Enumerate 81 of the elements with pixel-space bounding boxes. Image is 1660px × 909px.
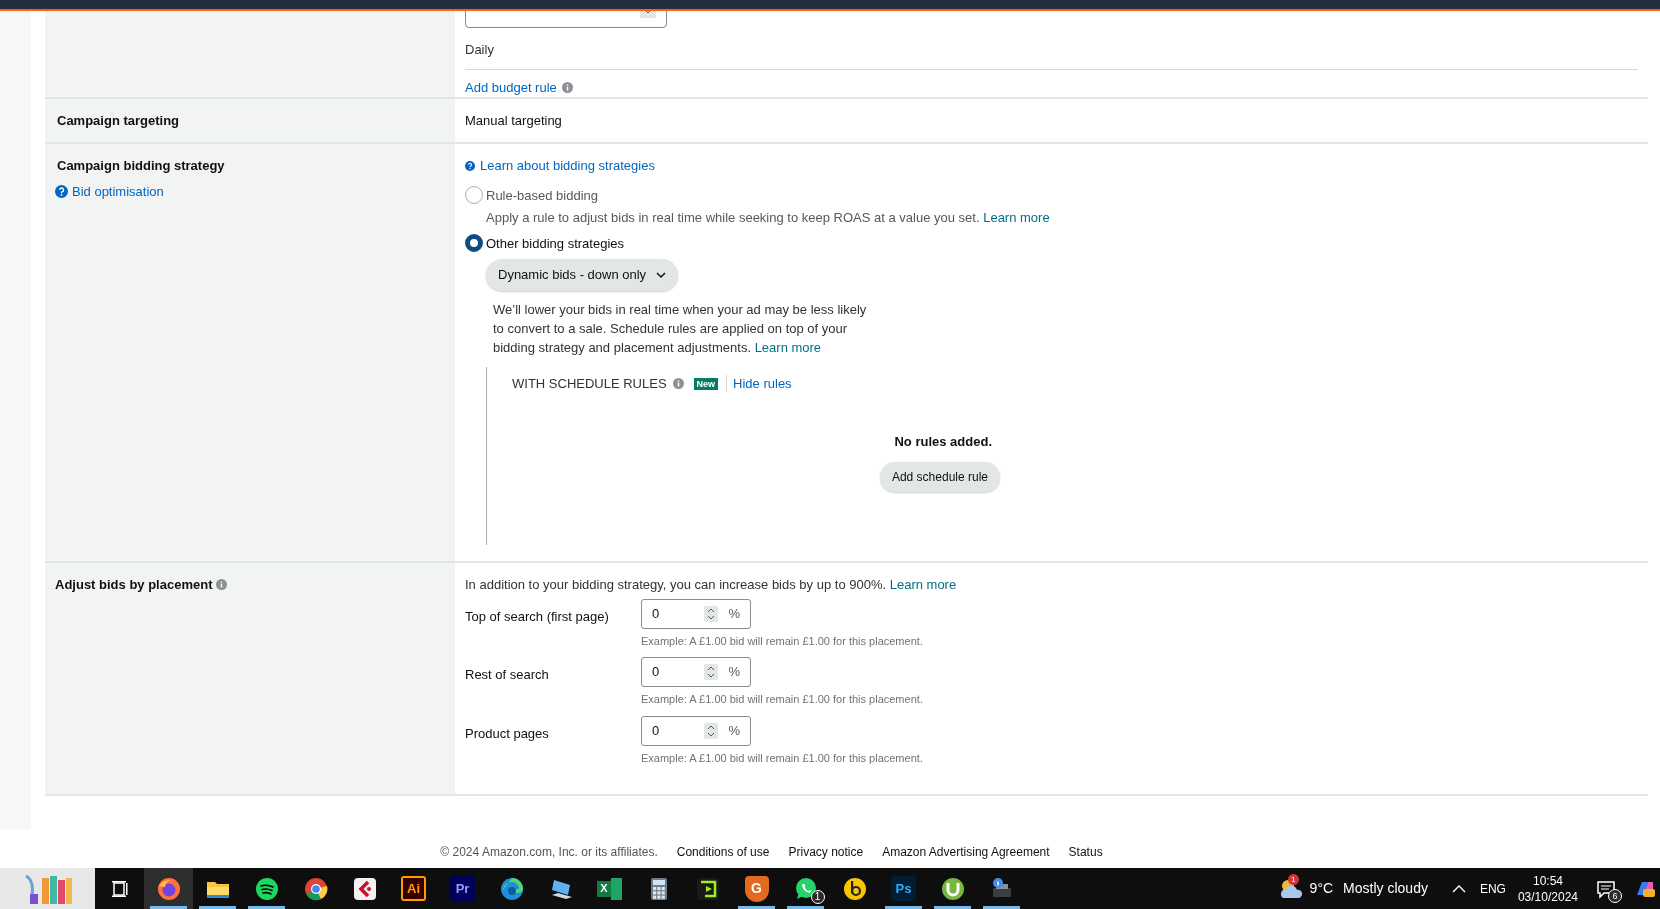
radio-button[interactable] [465,186,483,205]
running-indicator [885,906,922,909]
info-icon [561,81,573,93]
weather-badge: 1 [1287,873,1299,885]
footer-link[interactable]: Conditions of use [676,843,770,861]
running-indicator [248,906,285,909]
footer-link[interactable]: Status [1068,843,1103,861]
footer-link[interactable]: Privacy notice [788,843,864,861]
bid-optimisation-link[interactable]: Bid optimisation [72,181,164,201]
torrent-app-icon[interactable] [939,875,966,902]
chrome-browser-icon[interactable] [302,875,329,902]
percent-unit: % [728,663,740,682]
running-indicator [150,906,187,909]
placement-example: Example: A £1.00 bid will remain £1.00 for this placement. [641,750,923,766]
weather-condition: Mostly cloudy [1343,879,1428,898]
notification-count: 6 [1608,888,1622,903]
chevron-down-icon [656,271,667,279]
app-icon[interactable]: Ps [891,876,916,901]
placement-example: Example: A £1.00 bid will remain £1.00 for this placement. [641,692,923,707]
percent-unit: % [728,604,740,623]
app-icon[interactable]: Ai [401,876,426,901]
notifications-icon[interactable] [1596,878,1616,899]
new-badge: New [693,377,719,390]
info-icon [216,579,228,591]
learn-more-link[interactable]: Learn more [754,340,822,355]
music-app-icon[interactable] [253,875,280,902]
option-description: Apply a rule to adjust bids in real time while seeking to keep ROAS at a value you set. Learn more [485,209,1051,227]
info-icon [672,378,684,390]
hide-rules-link[interactable]: Hide rules [733,374,792,394]
taskbar-button[interactable] [144,868,193,909]
placement-label: Product pages [465,724,550,743]
placement-intro: In addition to your bidding strategy, you can increase bids by up to 900%. Learn more [465,576,958,594]
strategy-description: We’ll lower your bids in real time when your ad may be less likely to convert to a sale. Schedule rules are applied on top of your bidding strategy and placement adjustments. Learn more [493,301,868,357]
percent-field[interactable]: 0 % [641,715,751,746]
percent-value: 0 [652,721,661,740]
play-app-icon[interactable] [694,875,721,902]
footer-link[interactable]: Amazon Advertising Agreement [882,843,1050,861]
add-budget-rule-link[interactable]: Add budget rule [465,77,557,97]
running-indicator [199,906,236,909]
add-schedule-rule-button[interactable]: Add schedule rule [879,462,1000,492]
running-indicator [787,906,824,909]
placement-label: Top of search (first page) [465,607,610,626]
clock[interactable]: 10:54 03/10/2024 [1517,872,1578,905]
row-label: Adjust bids by placement [55,576,213,594]
percent-unit: % [728,721,740,740]
placement-example: Example: A £1.00 bid will remain £1.00 for this placement. [641,633,923,649]
help-icon [465,160,475,171]
stepper-icon [704,605,719,622]
row-label: Campaign targeting [57,111,180,130]
running-indicator [983,906,1020,909]
help-icon [55,184,68,198]
edge-browser-icon[interactable] [498,875,525,902]
percent-field[interactable]: 0 % [641,657,751,687]
learn-more-link[interactable]: Learn more [983,210,1050,225]
budget-period: Daily [465,41,495,59]
learn-bidding-link[interactable]: Learn about bidding strategies [480,156,655,176]
chevron-up-icon[interactable] [1451,883,1466,894]
row-label: Campaign bidding strategy [56,157,226,175]
strategy-dropdown[interactable]: Dynamic bids - down only [486,259,679,291]
fox-browser-icon[interactable] [155,875,182,902]
letter-b-app-icon[interactable] [841,875,868,902]
radio-button[interactable] [465,234,483,253]
app-icon[interactable]: Pr [450,876,475,901]
radio-label: Other bidding strategies [486,234,625,253]
stepper-icon [704,722,719,739]
running-indicator [934,906,971,909]
temperature: 9°C [1309,879,1334,898]
targeting-value: Manual targeting [465,111,562,130]
stepper-icon [704,664,719,680]
schedule-rules-heading: WITH SCHEDULE RULES [512,375,667,393]
running-indicator [738,906,775,909]
percent-value: 0 [652,663,661,682]
placement-label: Rest of search [465,666,550,684]
percent-value: 0 [652,604,661,623]
language-indicator[interactable]: ENG [1479,879,1506,898]
radio-label: Rule-based bidding [486,186,599,205]
learn-more-link[interactable]: Learn more [889,577,957,592]
empty-state-text: No rules added. [894,432,992,451]
percent-field[interactable]: 0 % [641,598,751,629]
copyright-text: © 2024 Amazon.com, Inc. or its affiliates. [440,844,658,861]
arrow-app-icon[interactable] [351,875,378,902]
